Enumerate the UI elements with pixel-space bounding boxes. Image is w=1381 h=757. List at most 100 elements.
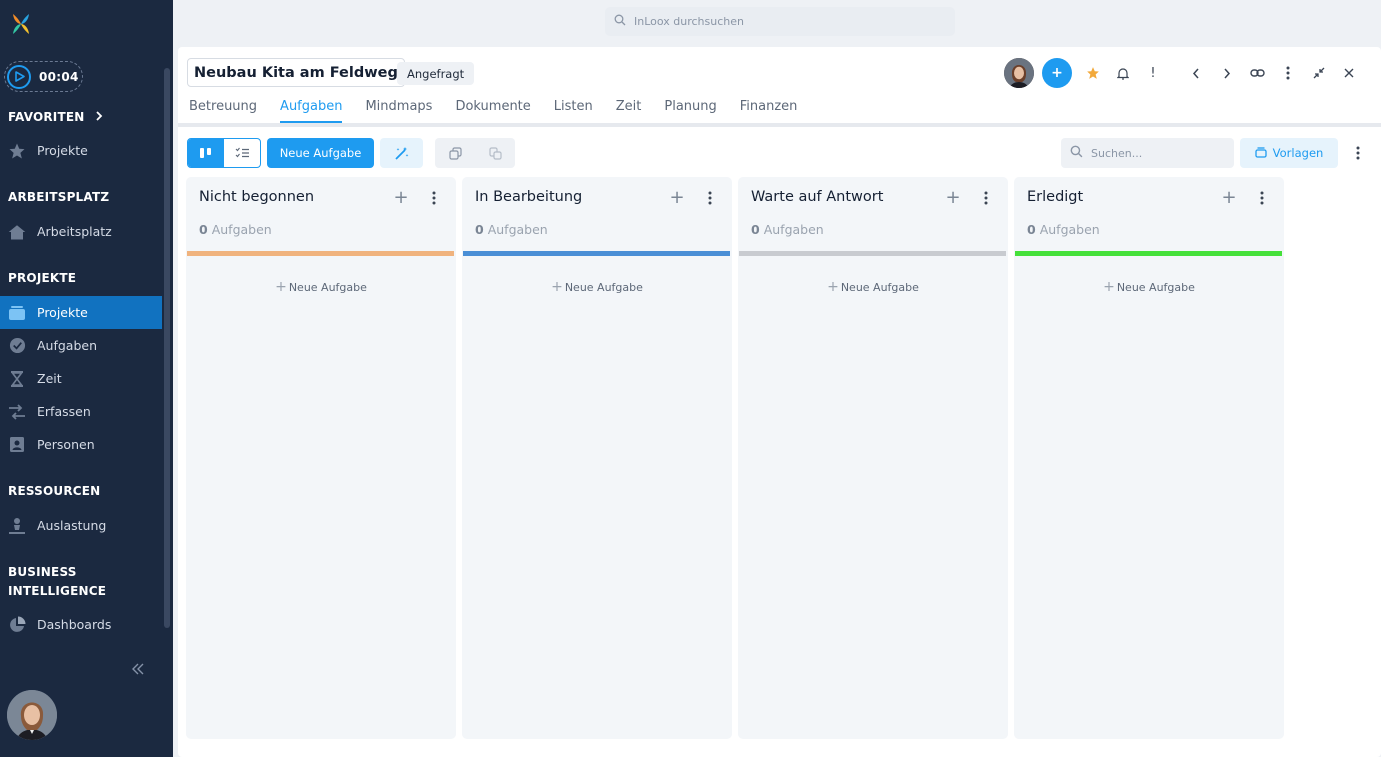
task-search-input[interactable]: Suchen...: [1061, 138, 1234, 168]
more-vertical-icon[interactable]: [1258, 189, 1266, 207]
sidebar-item-persons[interactable]: Personen: [0, 428, 162, 461]
collapse-sidebar-icon[interactable]: [131, 662, 147, 678]
project-status-badge[interactable]: Angefragt: [397, 62, 475, 85]
tab-mindmaps[interactable]: Mindmaps: [365, 99, 432, 123]
chevron-right-icon[interactable]: [1217, 58, 1237, 88]
sidebar-item-tasks[interactable]: Aufgaben: [0, 329, 162, 362]
link-icon[interactable]: [1247, 58, 1267, 88]
more-vertical-icon[interactable]: [1350, 138, 1366, 168]
column-title: Nicht begonnen: [199, 189, 315, 205]
column-new-task-button[interactable]: + Neue Aufgabe: [1014, 279, 1284, 295]
add-task-plus-icon[interactable]: +: [1221, 189, 1237, 207]
section-projects-title: PROJEKTE: [8, 271, 77, 285]
column-new-task-button[interactable]: + Neue Aufgabe: [738, 279, 1008, 295]
column-title: In Bearbeitung: [475, 189, 583, 205]
sidebar-item-label: Projekte: [37, 143, 88, 158]
column-status-bar: [739, 251, 1006, 256]
sidebar-item-label: Projekte: [37, 305, 88, 320]
add-task-plus-icon[interactable]: +: [945, 189, 961, 207]
project-panel: Neubau Kita am Feldweg Angefragt + ! Bet…: [178, 47, 1381, 757]
project-tabs: Betreuung Aufgaben Mindmaps Dokumente Li…: [189, 99, 820, 123]
minimize-icon[interactable]: [1309, 58, 1329, 88]
tabs-divider: [178, 123, 1381, 127]
new-task-button[interactable]: Neue Aufgabe: [267, 138, 374, 168]
column-count-label: Aufgaben: [487, 222, 548, 237]
column-task-count: 0 Aufgaben: [751, 222, 824, 237]
list-view-icon[interactable]: [224, 139, 260, 167]
sidebar-item-label: Zeit: [37, 371, 62, 386]
sidebar-item-workspace[interactable]: Arbeitsplatz: [0, 215, 162, 248]
tab-zeit[interactable]: Zeit: [616, 99, 642, 123]
column-new-task-label: Neue Aufgabe: [564, 281, 643, 294]
task-search-placeholder: Suchen...: [1091, 146, 1143, 160]
tab-dokumente[interactable]: Dokumente: [455, 99, 530, 123]
play-icon[interactable]: [7, 64, 31, 89]
more-vertical-icon[interactable]: [1278, 58, 1298, 88]
plus-icon: +: [1103, 279, 1115, 295]
section-favorites[interactable]: FAVORITEN: [8, 108, 103, 127]
tab-listen[interactable]: Listen: [554, 99, 593, 123]
sidebar-item-utilization[interactable]: Auslastung: [0, 509, 162, 542]
sidebar-scrollbar[interactable]: [164, 68, 170, 628]
project-title-field[interactable]: Neubau Kita am Feldweg: [187, 58, 405, 87]
tab-planung[interactable]: Planung: [664, 99, 716, 123]
section-bi-title: BUSINESS INTELLIGENCE: [8, 563, 106, 601]
project-manager-avatar[interactable]: [1004, 58, 1034, 88]
sidebar-item-favorite-projects[interactable]: Projekte: [0, 134, 162, 167]
column-count-label: Aufgaben: [211, 222, 272, 237]
tab-finanzen[interactable]: Finanzen: [740, 99, 798, 123]
view-toggle: [187, 138, 261, 168]
column-count-label: Aufgaben: [1039, 222, 1100, 237]
more-vertical-icon[interactable]: [430, 189, 438, 207]
app-logo-icon[interactable]: [10, 12, 32, 36]
column-status-bar: [463, 251, 730, 256]
copy-icon[interactable]: [435, 138, 475, 168]
column-count-value: 0: [751, 222, 760, 237]
timer-widget[interactable]: 00:04: [4, 61, 83, 92]
sidebar-item-label: Auslastung: [37, 518, 107, 533]
tab-aufgaben[interactable]: Aufgaben: [280, 99, 343, 123]
kanban-column-in-progress: In Bearbeitung + 0 Aufgaben + Neue Aufgabe: [462, 177, 732, 739]
check-circle-icon: [8, 337, 26, 355]
sidebar: 00:04 FAVORITEN Projekte ARBEITSPLATZ Ar…: [0, 0, 173, 757]
section-bi-title-line2: INTELLIGENCE: [8, 584, 107, 598]
person-chart-icon: [8, 517, 26, 535]
timer-value: 00:04: [39, 69, 79, 84]
copy-actions: [435, 138, 515, 168]
column-new-task-label: Neue Aufgabe: [288, 281, 367, 294]
add-member-button[interactable]: +: [1042, 58, 1072, 88]
kanban-view-icon[interactable]: [188, 139, 224, 167]
more-vertical-icon[interactable]: [706, 189, 714, 207]
bell-icon[interactable]: [1113, 58, 1133, 88]
sidebar-item-label: Aufgaben: [37, 338, 98, 353]
magic-wand-icon[interactable]: [380, 138, 423, 168]
sidebar-item-dashboards[interactable]: Dashboards: [0, 608, 162, 641]
sidebar-item-projects[interactable]: Projekte: [0, 296, 162, 329]
column-new-task-button[interactable]: + Neue Aufgabe: [462, 279, 732, 295]
sidebar-item-time[interactable]: Zeit: [0, 362, 162, 395]
column-count-value: 0: [199, 222, 208, 237]
close-icon[interactable]: [1339, 58, 1359, 88]
kanban-column-done: Erledigt + 0 Aufgaben + Neue Aufgabe: [1014, 177, 1284, 739]
global-search-input[interactable]: InLoox durchsuchen: [605, 7, 955, 36]
column-new-task-button[interactable]: + Neue Aufgabe: [186, 279, 456, 295]
star-icon: [8, 142, 26, 160]
home-icon: [8, 223, 26, 241]
column-task-count: 0 Aufgaben: [199, 222, 272, 237]
favorite-star-icon[interactable]: [1083, 58, 1103, 88]
sidebar-item-capture[interactable]: Erfassen: [0, 395, 162, 428]
user-avatar[interactable]: [7, 690, 57, 740]
chevron-left-icon[interactable]: [1186, 58, 1206, 88]
paste-icon[interactable]: [475, 138, 515, 168]
sidebar-item-label: Personen: [37, 437, 95, 452]
search-icon: [614, 14, 634, 29]
add-task-plus-icon[interactable]: +: [669, 189, 685, 207]
more-vertical-icon[interactable]: [982, 189, 990, 207]
templates-button[interactable]: Vorlagen: [1240, 138, 1338, 168]
tab-betreuung[interactable]: Betreuung: [189, 99, 257, 123]
info-button[interactable]: !: [1143, 58, 1163, 88]
add-task-plus-icon[interactable]: +: [393, 189, 409, 207]
transfer-icon: [8, 403, 26, 421]
global-search-placeholder: InLoox durchsuchen: [634, 15, 744, 28]
column-title: Warte auf Antwort: [751, 189, 884, 205]
